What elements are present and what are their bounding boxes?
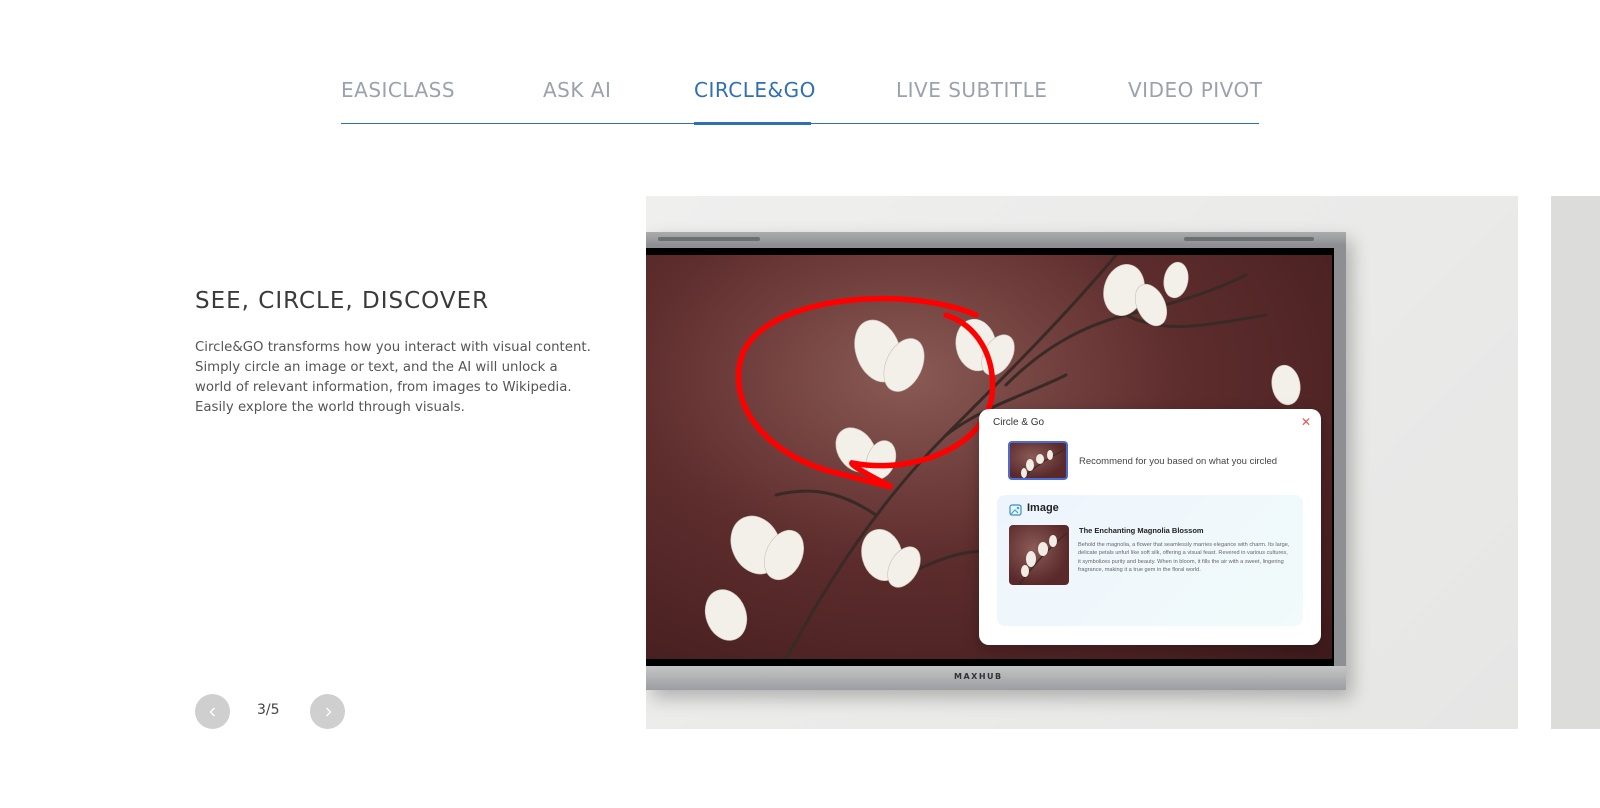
- display-brand-logo: MAXHUB: [954, 672, 1003, 681]
- feature-tabs: EASICLASS ASK AI CIRCLE&GO LIVE SUBTITLE…: [341, 70, 1262, 125]
- slide-counter: 3/5: [257, 702, 280, 718]
- magnolia-wallpaper: Circle & Go ✕ Recommend for you based on…: [646, 255, 1332, 659]
- tab-video-pivot[interactable]: VIDEO PIVOT: [1128, 78, 1262, 102]
- result-type-label: Image: [1027, 502, 1059, 514]
- interactive-display: Circle & Go ✕ Recommend for you based on…: [646, 232, 1346, 690]
- slide-image: Circle & Go ✕ Recommend for you based on…: [646, 196, 1518, 729]
- prev-slide-button[interactable]: [195, 694, 230, 729]
- active-tab-indicator: [694, 122, 811, 125]
- feature-description: Circle&GO transforms how you interact wi…: [195, 340, 591, 415]
- magnolia-thumbnail-art: [1021, 448, 1066, 478]
- recommend-text: Recommend for you based on what you circ…: [1079, 456, 1278, 467]
- close-icon[interactable]: ✕: [1301, 415, 1311, 429]
- feature-heading: SEE, CIRCLE, DISCOVER: [195, 288, 490, 314]
- tab-ask-ai[interactable]: ASK AI: [543, 78, 611, 102]
- display-screen: Circle & Go ✕ Recommend for you based on…: [646, 248, 1334, 666]
- popup-title: Circle & Go: [993, 417, 1045, 428]
- chevron-right-icon: [325, 707, 331, 716]
- chevron-left-icon: [209, 707, 215, 716]
- magnolia-thumbnail-art: [1018, 532, 1068, 585]
- next-slide-button[interactable]: [310, 694, 345, 729]
- result-thumbnail[interactable]: [1009, 525, 1069, 585]
- speaker-grille: [658, 237, 760, 241]
- tab-circle-go[interactable]: CIRCLE&GO: [694, 78, 816, 102]
- result-title: The Enchanting Magnolia Blossom: [1079, 526, 1204, 535]
- result-description: Behold the magnolia, a flower that seaml…: [1078, 542, 1290, 573]
- tab-live-subtitle[interactable]: LIVE SUBTITLE: [896, 78, 1047, 102]
- next-slide-preview: [1551, 196, 1600, 729]
- tab-easiclass[interactable]: EASICLASS: [341, 78, 455, 102]
- circled-image-thumbnail[interactable]: [1008, 441, 1068, 480]
- image-result-card[interactable]: Image The Enchanting Magnolia Blossom Be…: [997, 495, 1303, 626]
- speaker-grille: [1184, 237, 1314, 241]
- circle-go-popup: Circle & Go ✕ Recommend for you based on…: [979, 409, 1321, 645]
- image-search-icon: [1009, 504, 1022, 516]
